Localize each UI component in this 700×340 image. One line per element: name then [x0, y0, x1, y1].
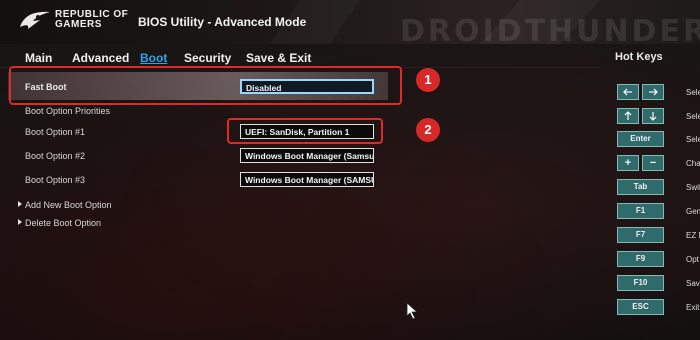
boot-option-3-select[interactable]: Windows Boot Manager (SAMSUN [240, 172, 374, 187]
up-arrow-icon [624, 110, 632, 120]
tab-security[interactable]: Security [184, 51, 231, 65]
watermark: DROIDTHUNDER [400, 14, 700, 49]
tab-main[interactable]: Main [25, 51, 52, 65]
callout-badge-1: 1 [416, 68, 440, 92]
boot-priorities-heading: Boot Option Priorities [25, 106, 111, 116]
mouse-cursor-icon [406, 302, 419, 320]
chevron-right-icon [18, 201, 22, 207]
hotkey-enter[interactable]: Enter [617, 131, 664, 147]
callout-box-1 [9, 66, 402, 105]
right-arrow-icon [649, 88, 658, 96]
brand-name: REPUBLIC OF GAMERS [55, 9, 129, 30]
hotkey-plus[interactable]: + [617, 155, 639, 171]
hotkey-right[interactable] [642, 84, 664, 100]
hotkey-left[interactable] [617, 84, 639, 100]
hotkeys-title: Hot Keys [615, 51, 663, 63]
delete-boot-option-link[interactable]: Delete Boot Option [25, 218, 101, 228]
hotkey-desc: Exit [686, 303, 700, 312]
hotkey-f9[interactable]: F9 [617, 251, 664, 267]
hotkey-desc: Save [686, 279, 700, 288]
hotkey-esc[interactable]: ESC [617, 299, 664, 315]
hotkey-f7[interactable]: F7 [617, 227, 664, 243]
callout-badge-2: 2 [416, 118, 440, 142]
boot-option-2-label: Boot Option #2 [25, 151, 86, 161]
hotkey-desc: EZ M [686, 231, 700, 240]
rog-logo-icon [20, 11, 50, 30]
hotkey-desc: Sele [686, 135, 700, 144]
boot-option-2-select[interactable]: Windows Boot Manager (Samsun [240, 148, 374, 163]
tab-advanced[interactable]: Advanced [72, 51, 129, 65]
hotkey-f10[interactable]: F10 [617, 275, 664, 291]
hotkey-up[interactable] [617, 108, 639, 124]
boot-option-1-label: Boot Option #1 [25, 127, 86, 137]
hotkey-desc: Cha [686, 159, 700, 168]
hotkey-desc: Opt [686, 255, 699, 264]
hotkey-minus[interactable]: − [642, 155, 664, 171]
callout-box-2 [227, 118, 383, 144]
chevron-right-icon [18, 219, 22, 225]
hotkey-desc: Swit [686, 183, 700, 192]
page-title: BIOS Utility - Advanced Mode [138, 15, 307, 29]
hotkey-desc: Sele [686, 88, 700, 97]
left-arrow-icon [623, 88, 632, 96]
add-boot-option-link[interactable]: Add New Boot Option [25, 200, 112, 210]
tab-boot[interactable]: Boot [140, 51, 167, 65]
hotkey-f1[interactable]: F1 [617, 203, 664, 219]
tab-save-exit[interactable]: Save & Exit [246, 51, 311, 65]
boot-option-3-label: Boot Option #3 [25, 175, 86, 185]
hotkey-desc: Gen [686, 207, 700, 216]
hotkey-down[interactable] [642, 108, 664, 124]
hotkey-desc: Sele [686, 112, 700, 121]
down-arrow-icon [649, 111, 657, 121]
hotkey-tab[interactable]: Tab [617, 179, 664, 195]
